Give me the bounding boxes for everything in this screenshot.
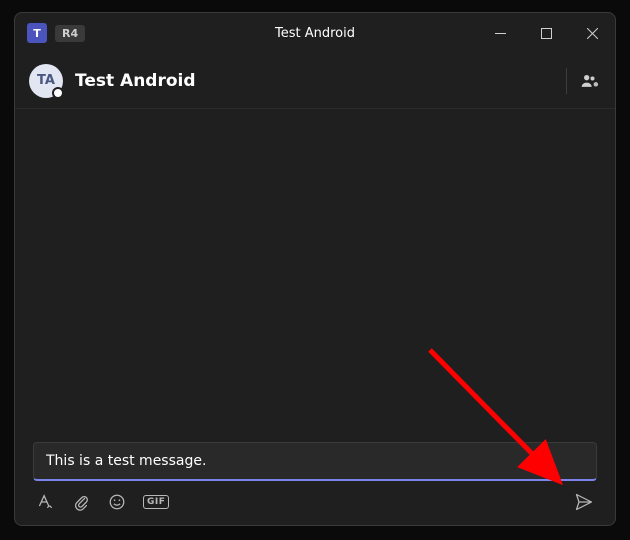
maximize-icon <box>541 28 552 39</box>
chat-title: Test Android <box>75 71 196 91</box>
maximize-button[interactable] <box>523 13 569 53</box>
add-people-button[interactable] <box>579 70 601 92</box>
avatar-initials: TA <box>37 73 55 88</box>
chat-header: TA Test Android <box>15 53 615 109</box>
minimize-icon <box>495 28 506 39</box>
smiley-icon <box>108 493 126 511</box>
add-people-icon <box>580 71 600 91</box>
format-icon <box>36 493 54 511</box>
minimize-button[interactable] <box>477 13 523 53</box>
titlebar: T R4 Test Android <box>15 13 615 53</box>
header-actions <box>566 68 601 94</box>
presence-indicator <box>52 87 64 99</box>
attach-button[interactable] <box>71 492 91 512</box>
compose-area <box>15 442 615 481</box>
close-icon <box>587 28 598 39</box>
close-button[interactable] <box>569 13 615 53</box>
format-button[interactable] <box>35 492 55 512</box>
account-badge[interactable]: R4 <box>55 25 85 42</box>
compose-toolbar: GIF <box>15 481 615 525</box>
teams-app-icon: T <box>27 23 47 43</box>
chat-body <box>15 109 615 442</box>
emoji-button[interactable] <box>107 492 127 512</box>
paperclip-icon <box>72 493 90 511</box>
message-input[interactable] <box>46 453 584 469</box>
send-icon <box>574 492 594 512</box>
gif-button[interactable]: GIF <box>143 495 169 509</box>
compose-box[interactable] <box>33 442 597 481</box>
divider <box>566 68 567 94</box>
window-controls <box>477 13 615 53</box>
teams-app-icon-label: T <box>33 27 41 40</box>
avatar[interactable]: TA <box>29 64 63 98</box>
send-button[interactable] <box>573 491 595 513</box>
chat-window: T R4 Test Android TA Test Android <box>14 12 616 526</box>
